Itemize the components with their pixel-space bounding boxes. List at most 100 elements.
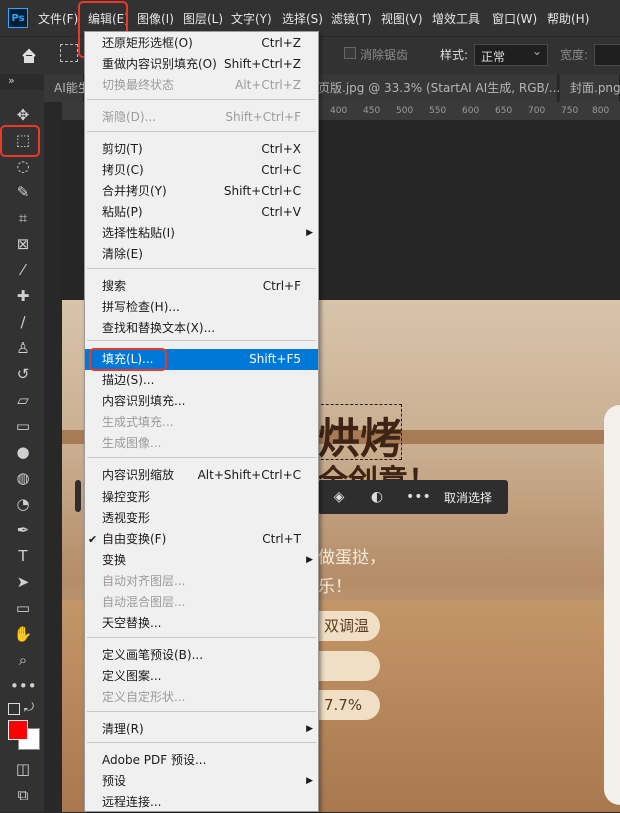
edit-menu-item[interactable]: 合并拷贝(Y) Shift+Ctrl+C xyxy=(85,181,318,202)
menu-layer[interactable]: 图层(L) xyxy=(183,10,223,27)
menu-plugins[interactable]: 增效工具 xyxy=(432,10,480,27)
menu-select[interactable]: 选择(S) xyxy=(282,10,323,27)
edit-menu-item[interactable]: 选择性粘贴(I) ▶ xyxy=(85,223,318,244)
edit-menu-item[interactable]: 清除(E) xyxy=(85,244,318,265)
home-button[interactable] xyxy=(14,45,44,67)
style-select[interactable]: 正常 xyxy=(474,44,548,66)
feature-pill: 双调温 xyxy=(318,611,380,641)
edit-menu-dropdown: 还原矩形选框(O) Ctrl+Z 重做内容识别填充(O) Shift+Ctrl+Z 切换… xyxy=(84,31,319,812)
edit-menu-item[interactable]: 定义画笔预设(B)... xyxy=(85,645,318,666)
history-brush-tool-icon[interactable]: ↺ xyxy=(10,363,36,385)
rectangle-tool-icon[interactable]: ▭ xyxy=(10,597,36,619)
clone-stamp-tool-icon[interactable]: ♙ xyxy=(10,337,36,359)
deselect-button[interactable]: 取消选择 xyxy=(444,489,492,506)
menu-window[interactable]: 窗口(W) xyxy=(492,10,537,27)
edit-menu-item[interactable]: 生成式填充... xyxy=(85,412,318,433)
foreground-color-swatch[interactable] xyxy=(8,720,28,740)
marquee-preset-icon[interactable] xyxy=(60,44,78,62)
edit-menu-item[interactable]: 自动对齐图层... xyxy=(85,571,318,592)
edit-menu-item[interactable]: 天空替换... xyxy=(85,613,318,634)
menu-item-label: 选择性粘贴(I) xyxy=(102,226,175,240)
edit-menu-item[interactable]: 变换 ▶ xyxy=(85,550,318,571)
edit-menu-item[interactable]: 剪切(T) Ctrl+X xyxy=(85,139,318,160)
edit-menu-item[interactable]: 定义图案... xyxy=(85,666,318,687)
edit-menu-item[interactable]: Adobe PDF 预设... xyxy=(85,750,318,771)
edit-menu-item[interactable]: 拼写检查(H)... xyxy=(85,297,318,318)
hand-tool-icon[interactable]: ✋ xyxy=(10,623,36,645)
move-tool-icon[interactable]: ✥ xyxy=(10,104,36,126)
lasso-tool-icon[interactable]: ◌ xyxy=(10,155,36,177)
edit-menu-item[interactable]: 清理(R) ▶ xyxy=(85,719,318,740)
collapse-panel-icon[interactable]: » xyxy=(8,74,15,87)
swap-colors-icon[interactable]: ⤾ xyxy=(24,700,34,715)
tab-ai[interactable]: AI能生 xyxy=(44,74,90,102)
menu-item-shortcut: Alt+Ctrl+Z xyxy=(235,78,301,92)
dodge-tool-icon[interactable]: ◍ xyxy=(10,467,36,489)
menu-item-label: 查找和替换文本(X)... xyxy=(102,321,216,335)
tab-active-document[interactable]: 页版.jpg @ 33.3% (StartAI AI生成, RGB/... xyxy=(310,74,560,102)
more-options-icon[interactable]: ••• xyxy=(406,488,431,506)
screen-mode-icon[interactable]: ⧉ xyxy=(10,784,36,806)
menu-filter[interactable]: 滤镜(T) xyxy=(331,10,372,27)
eraser-tool-icon[interactable]: ▱ xyxy=(10,389,36,411)
menu-image[interactable]: 图像(I) xyxy=(137,10,174,27)
antialias-checkbox[interactable] xyxy=(344,47,356,59)
width-input[interactable] xyxy=(594,44,620,66)
checkmark-icon: ✔ xyxy=(88,533,98,546)
edit-menu-item[interactable]: 自由变换(F) Ctrl+T ✔ xyxy=(85,529,318,550)
edit-menu-item[interactable]: 远程连接... xyxy=(85,792,318,813)
menu-item-label: 预设 xyxy=(102,774,127,788)
menu-separator xyxy=(87,457,316,458)
default-colors-icon[interactable] xyxy=(8,703,20,715)
healing-brush-tool-icon[interactable]: ✚ xyxy=(10,285,36,307)
blur-tool-icon[interactable]: ● xyxy=(10,441,36,463)
menu-type[interactable]: 文字(Y) xyxy=(231,10,272,27)
edit-menu-item[interactable]: 渐隐(D)... Shift+Ctrl+F xyxy=(85,107,318,128)
path-select-tool-icon[interactable]: ➤ xyxy=(10,571,36,593)
menu-help[interactable]: 帮助(H) xyxy=(547,10,589,27)
zoom-tool-icon[interactable]: ⌕ xyxy=(10,649,36,671)
quick-mask-icon[interactable]: ◫ xyxy=(10,758,36,780)
more-tools-icon[interactable]: ••• xyxy=(10,675,37,697)
menu-view[interactable]: 视图(V) xyxy=(381,10,423,27)
edit-menu-item[interactable]: 搜索 Ctrl+F xyxy=(85,276,318,297)
pen-tool-icon[interactable]: ✒ xyxy=(10,519,36,541)
edit-menu-item[interactable]: 操控变形 xyxy=(85,487,318,508)
edit-menu-item[interactable]: 内容识别缩放 Alt+Shift+Ctrl+C xyxy=(85,465,318,486)
edit-menu-item[interactable]: 还原矩形选框(O) Ctrl+Z xyxy=(85,33,318,54)
menu-file[interactable]: 文件(F) xyxy=(38,10,78,27)
crop-tool-icon[interactable]: ⌗ xyxy=(10,207,36,229)
menu-item-label: 剪切(T) xyxy=(102,142,143,156)
eyedropper-tool-icon[interactable]: ⁄ xyxy=(10,259,36,281)
fill-bucket-icon[interactable]: ◈ xyxy=(330,488,348,506)
menu-item-label: 远程连接... xyxy=(102,795,162,809)
frame-tool-icon[interactable]: ⊠ xyxy=(10,233,36,255)
edit-menu-item[interactable]: 拷贝(C) Ctrl+C xyxy=(85,160,318,181)
edit-menu-item[interactable]: 切换最终状态 Alt+Ctrl+Z xyxy=(85,75,318,96)
taskbar-grip-icon[interactable] xyxy=(75,480,81,512)
edit-menu-item[interactable]: 生成图像... xyxy=(85,433,318,454)
edit-menu-item[interactable]: 描边(S)... xyxy=(85,370,318,391)
edit-menu-item[interactable]: 内容识别填充... xyxy=(85,391,318,412)
edit-menu-item[interactable]: 定义自定形状... xyxy=(85,687,318,708)
edit-menu-item[interactable]: 透视变形 xyxy=(85,508,318,529)
feature-pill: 7.7% xyxy=(318,690,380,720)
edit-menu-item[interactable]: 重做内容识别填充(O) Shift+Ctrl+Z xyxy=(85,54,318,75)
quick-select-tool-icon[interactable]: ✎ xyxy=(10,181,36,203)
gradient-tool-icon[interactable]: ▭ xyxy=(10,415,36,437)
edit-menu-item[interactable]: 查找和替换文本(X)... xyxy=(85,318,318,339)
menu-item-shortcut: Ctrl+V xyxy=(261,205,301,219)
mask-icon[interactable]: ◐ xyxy=(368,488,386,506)
edit-menu-item[interactable]: 自动混合图层... xyxy=(85,592,318,613)
edit-menu-item[interactable]: 预设 ▶ xyxy=(85,771,318,792)
type-tool-icon[interactable]: T xyxy=(10,545,36,567)
submenu-arrow-icon: ▶ xyxy=(306,228,313,238)
brush-tool-icon[interactable]: ∕ xyxy=(10,311,36,333)
burn-tool-icon[interactable]: ◔ xyxy=(10,493,36,515)
tab-cover[interactable]: 封面.png xyxy=(560,74,620,102)
edit-menu-item[interactable]: 粘贴(P) Ctrl+V xyxy=(85,202,318,223)
feature-pill xyxy=(318,651,380,681)
edit-menu-item[interactable]: 填充(L)... Shift+F5 xyxy=(85,348,318,371)
menu-item-label: 搜索 xyxy=(102,279,127,293)
marquee-selection[interactable] xyxy=(316,404,402,460)
